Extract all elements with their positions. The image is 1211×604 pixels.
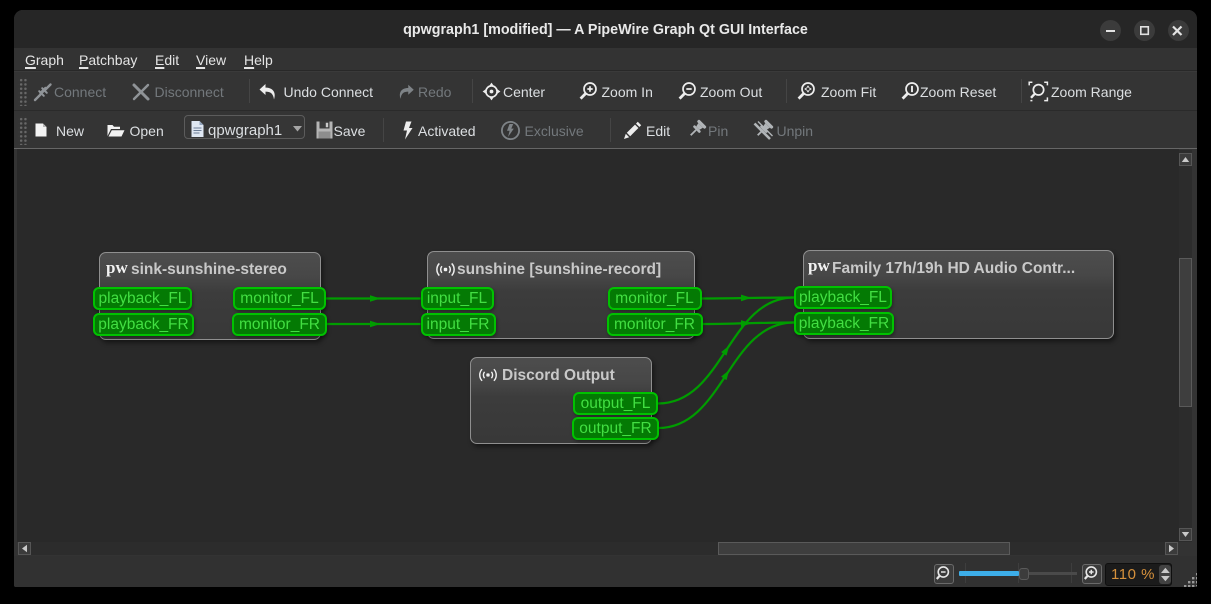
- svg-text:pw: pw: [106, 258, 128, 277]
- svg-text:pw: pw: [808, 256, 830, 275]
